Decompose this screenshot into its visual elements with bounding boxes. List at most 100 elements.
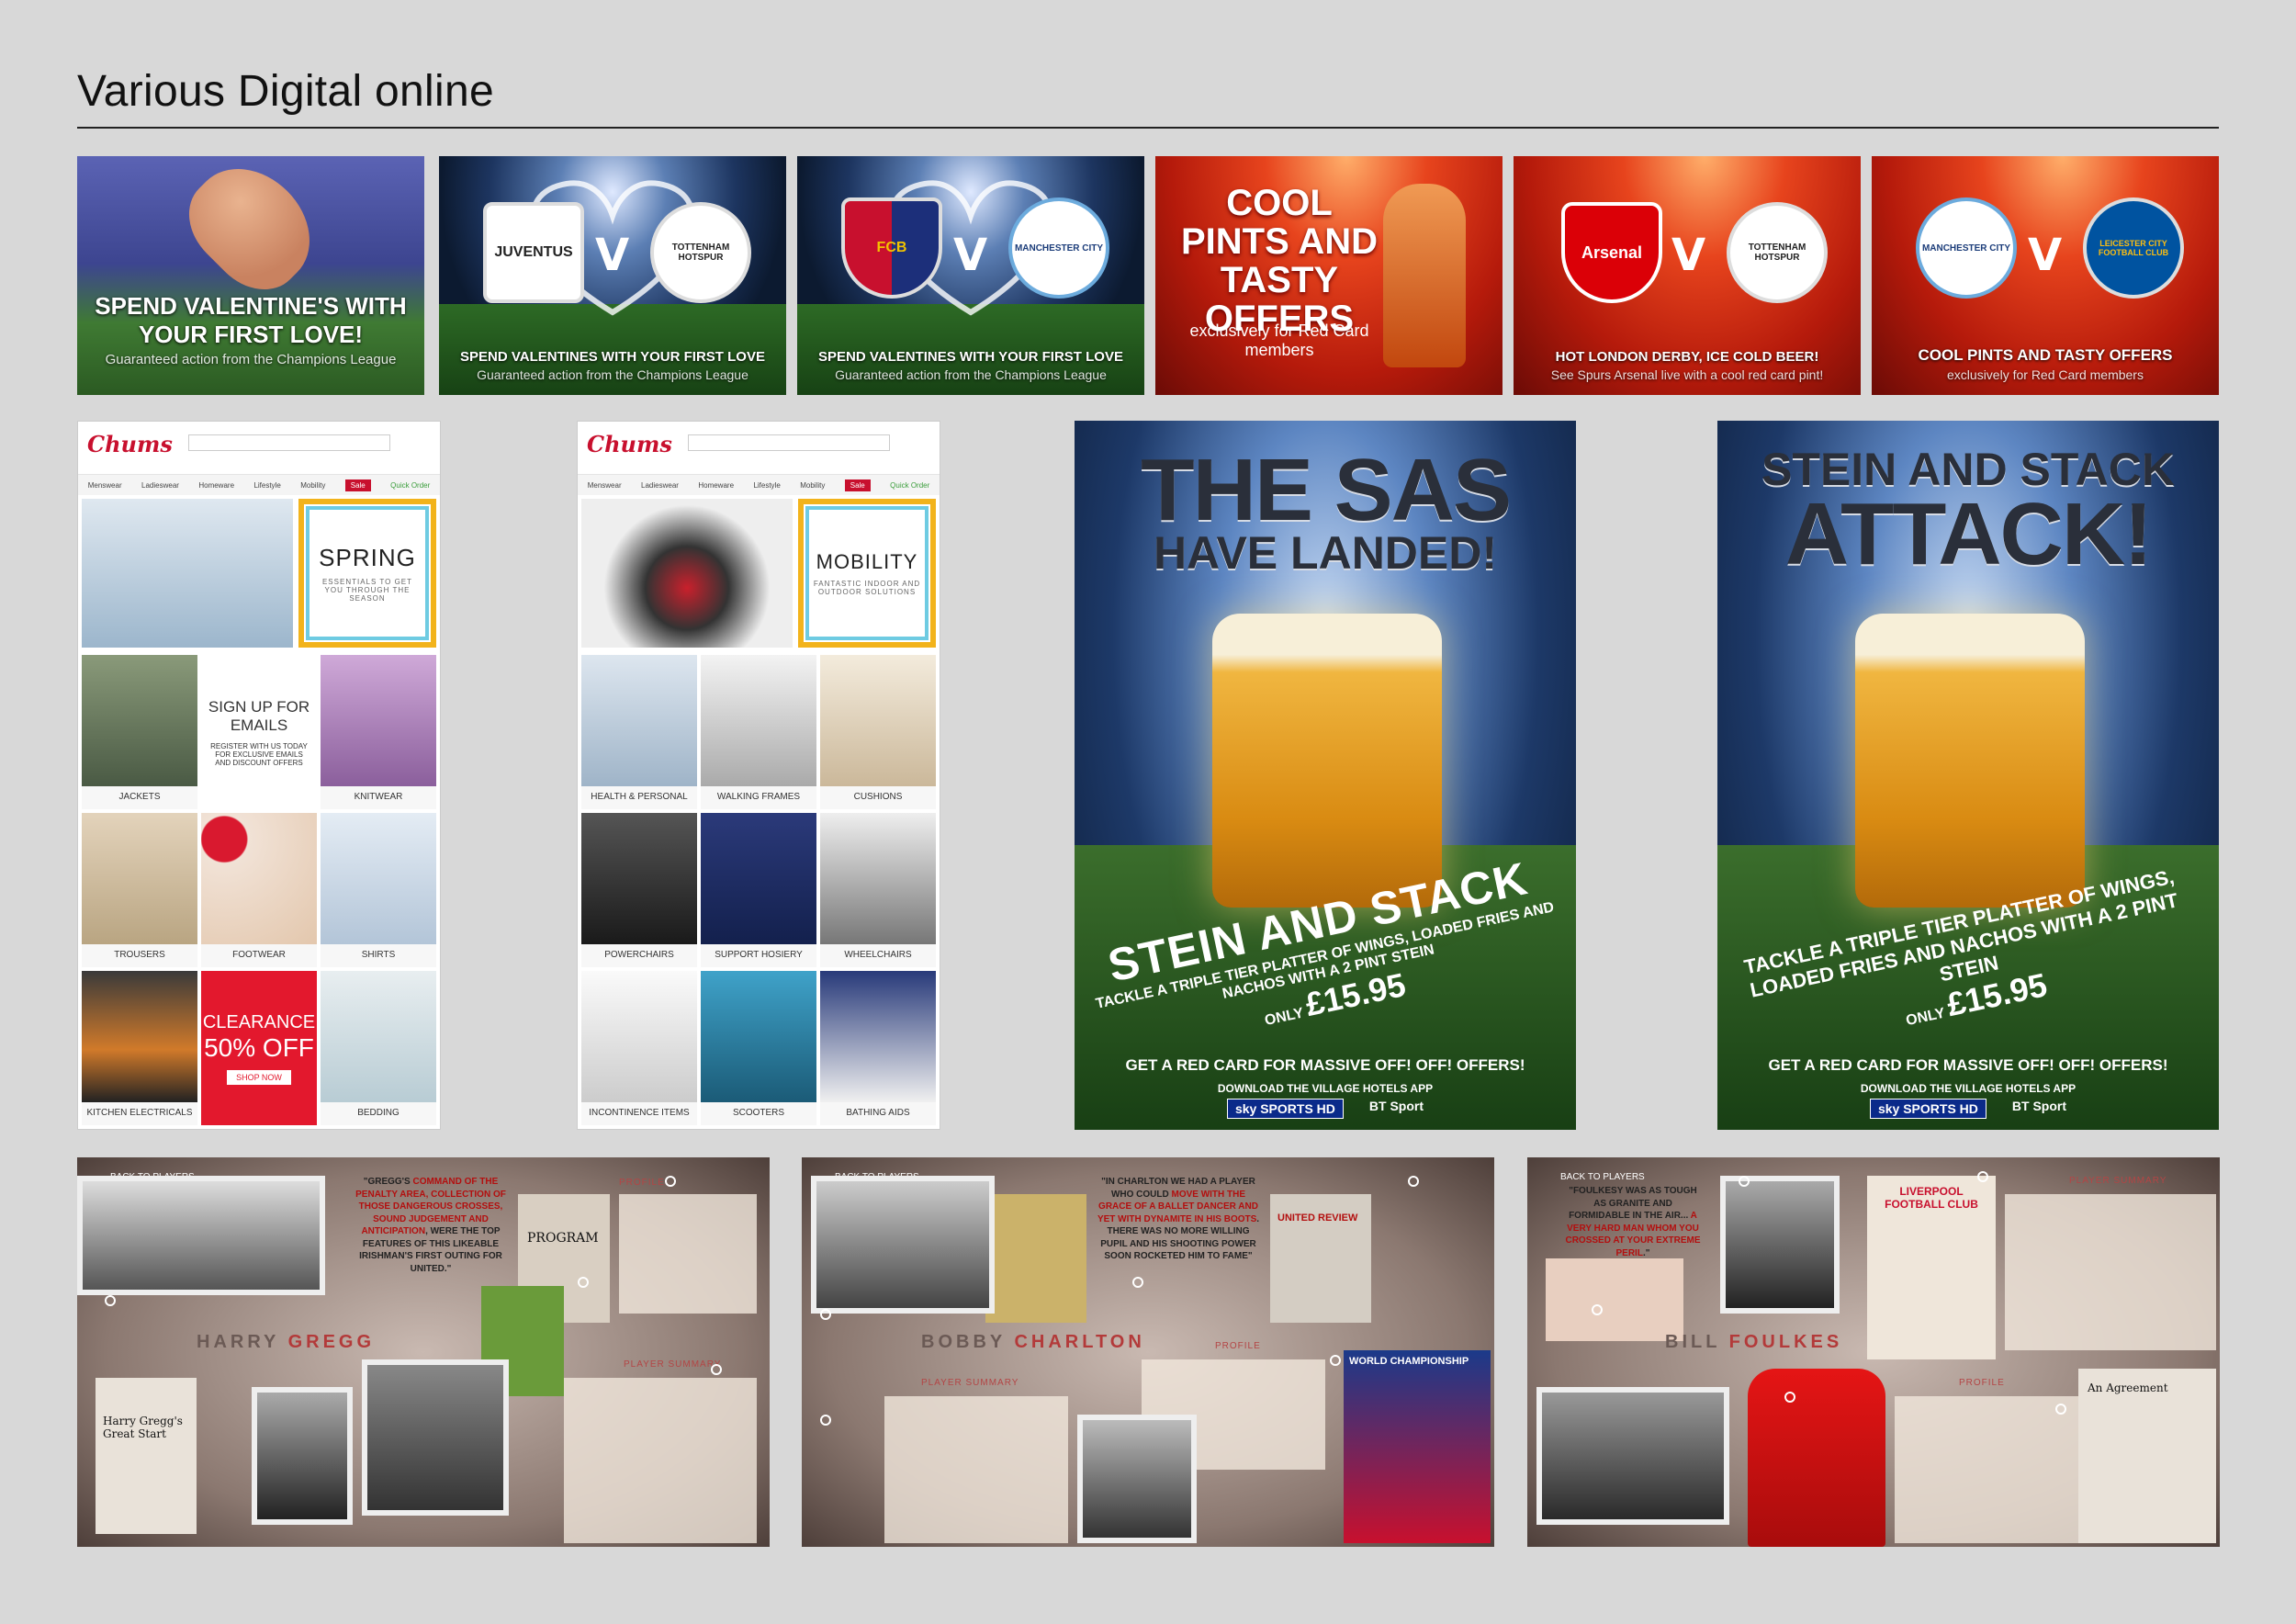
player-name: BOBBY CHARLTON [921,1332,1145,1353]
category-powerchairs[interactable]: POWERCHAIRS [581,813,697,967]
nav-lifestyle[interactable]: Lifestyle [753,481,780,490]
nav-lifestyle[interactable]: Lifestyle [253,481,280,490]
scooter-image [701,971,816,1102]
hotspot-icon[interactable] [2055,1404,2066,1415]
category-label: INCONTINENCE ITEMS [589,1108,690,1118]
category-wheelchairs[interactable]: WHEELCHAIRS [820,813,936,967]
nav-quick-order[interactable]: Quick Order [890,481,929,490]
nav-menswear[interactable]: Menswear [588,481,622,490]
family-photo [362,1359,509,1516]
hotspot-icon[interactable] [105,1295,116,1306]
chums-logo[interactable]: Chums [87,431,173,457]
hotspot-icon[interactable] [1330,1355,1341,1366]
chums-homepage-screen[interactable]: Chums Menswear Ladieswear Homeware Lifes… [77,421,441,1130]
boys-own-magazine [985,1194,1086,1323]
hero-model-image [82,499,293,648]
price-prefix: ONLY [1263,1005,1306,1030]
red-shirt-image [1748,1369,1885,1547]
category-bathing-aids[interactable]: BATHING AIDS [820,971,936,1125]
jackets-image [82,655,197,786]
nav-sale[interactable]: Sale [344,479,371,491]
summary-text-paper [2005,1194,2216,1350]
beer-stein-image [1212,614,1442,908]
leicester-crest-icon: LEICESTER CITY FOOTBALL CLUB [2083,197,2184,299]
banner-headline: COOL PINTS AND TASTY OFFERS exclusively … [1872,346,2219,382]
spring-promo-box[interactable]: SPRING ESSENTIALS TO GET YOU THROUGH THE… [298,499,436,648]
clearance-promo[interactable]: CLEARANCE 50% OFF SHOP NOW [201,971,317,1125]
category-shirts[interactable]: SHIRTS [321,813,436,967]
liverpool-program: LIVERPOOL FOOTBALL CLUB [1867,1176,1996,1359]
category-trousers[interactable]: TROUSERS [82,813,197,967]
broadcaster-logos: sky SPORTS HD BT Sport [1717,1099,2219,1119]
category-scooters[interactable]: SCOOTERS [701,971,816,1125]
hero-title: MOBILITY [816,550,918,573]
shop-now-button[interactable]: SHOP NOW [227,1069,291,1085]
category-walking-frames[interactable]: WALKING FRAMES [701,655,816,809]
category-bedding[interactable]: BEDDING [321,971,436,1125]
player-quote: "FOULKESY WAS AS TOUGH AS GRANITE AND FO… [1564,1185,1702,1259]
scrapbook-harry-gregg[interactable]: BACK TO PLAYERS "GREGG'S COMMAND OF THE … [77,1157,770,1547]
hotspot-icon[interactable] [1739,1176,1750,1187]
search-input[interactable] [188,434,390,451]
banner-valentines-love[interactable]: SPEND VALENTINE'S WITH YOUR FIRST LOVE! … [77,156,424,395]
nav-quick-order[interactable]: Quick Order [390,481,430,490]
banner-basel-v-mancity[interactable]: FCB V MANCHESTER CITY SPEND VALENTINES W… [797,156,1144,395]
hosiery-image [701,813,816,944]
hotspot-icon[interactable] [1784,1392,1795,1403]
hotspot-icon[interactable] [1132,1277,1143,1288]
nav-mobility[interactable]: Mobility [300,481,325,490]
hotspot-icon[interactable] [820,1309,831,1320]
nav-menswear[interactable]: Menswear [88,481,122,490]
category-label: WALKING FRAMES [716,792,801,802]
banner-headline: SPEND VALENTINES WITH YOUR FIRST LOVE Gu… [439,349,786,382]
nav-sale[interactable]: Sale [844,479,871,491]
site-header: Chums [578,422,940,475]
nav-homeware[interactable]: Homeware [698,481,734,490]
profile-label: PROFILE [1215,1341,1261,1351]
poster-sas-have-landed[interactable]: THE SAS HAVE LANDED! STEIN AND STACK TAC… [1075,421,1576,1130]
hotspot-icon[interactable] [1592,1304,1603,1315]
category-kitchen-electricals[interactable]: KITCHEN ELECTRICALS [82,971,197,1125]
email-signup-promo[interactable]: SIGN UP FOR EMAILS REGISTER WITH US TODAY… [201,655,317,809]
promo-title: SIGN UP FOR EMAILS [208,697,310,734]
hero-subtitle: FANTASTIC INDOOR AND OUTDOOR SOLUTIONS [813,580,921,596]
team1-name: MANCHESTER CITY [1921,242,2011,254]
category-incontinence[interactable]: INCONTINENCE ITEMS [581,971,697,1125]
banner-juventus-v-tottenham[interactable]: JUVENTUS V TOTTENHAM HOTSPUR SPEND VALEN… [439,156,786,395]
nav-homeware[interactable]: Homeware [198,481,234,490]
category-health-personal[interactable]: HEALTH & PERSONAL [581,655,697,809]
mobility-promo-box[interactable]: MOBILITY FANTASTIC INDOOR AND OUTDOOR SO… [798,499,936,648]
chums-mobility-screen[interactable]: Chums Menswear Ladieswear Homeware Lifes… [577,421,940,1130]
hotspot-icon[interactable] [1408,1176,1419,1187]
banner-headline-text: COOL PINTS AND TASTY OFFERS [1918,346,2173,364]
back-to-players-link[interactable]: BACK TO PLAYERS [1560,1172,1645,1182]
category-knitwear[interactable]: KNITWEAR [321,655,436,809]
category-footwear[interactable]: FOOTWEAR [201,813,317,967]
nav-ladieswear[interactable]: Ladieswear [141,481,179,490]
poster-stein-and-stack-attack[interactable]: STEIN AND STACK ATTACK! TACKLE A TRIPLE … [1717,421,2219,1130]
category-cushions[interactable]: CUSHIONS [820,655,936,809]
banner-cool-pints[interactable]: COOL PINTS AND TASTY OFFERS exclusively … [1155,156,1503,395]
scrapbook-bill-foulkes[interactable]: BACK TO PLAYERS "FOULKESY WAS AS TOUGH A… [1527,1157,2220,1547]
chums-logo[interactable]: Chums [587,431,672,457]
nav-ladieswear[interactable]: Ladieswear [641,481,679,490]
hero-title: SPRING [319,544,416,571]
player-first-name: BOBBY [921,1332,1006,1352]
category-support-hosiery[interactable]: SUPPORT HOSIERY [701,813,816,967]
arsenal-crest-icon: Arsenal [1561,202,1662,303]
player-portrait [1077,1415,1197,1543]
category-jackets[interactable]: JACKETS [82,655,197,809]
player-portrait [1720,1176,1840,1314]
search-input[interactable] [688,434,890,451]
hotspot-icon[interactable] [1977,1171,1988,1182]
hotspot-icon[interactable] [578,1277,589,1288]
hotspot-icon[interactable] [665,1176,676,1187]
hotspot-icon[interactable] [711,1364,722,1375]
hotspot-icon[interactable] [820,1415,831,1426]
summary-text-paper [564,1378,757,1543]
nav-mobility[interactable]: Mobility [800,481,825,490]
banner-mancity-v-leicester[interactable]: MANCHESTER CITY V LEICESTER CITY FOOTBAL… [1872,156,2219,395]
scrapbook-bobby-charlton[interactable]: BACK TO PLAYERS "IN CHARLTON WE HAD A PL… [802,1157,1494,1547]
banner-arsenal-v-tottenham[interactable]: Arsenal V TOTTENHAM HOTSPUR HOT LONDON D… [1514,156,1861,395]
banner-headline: SPEND VALENTINE'S WITH YOUR FIRST LOVE! … [77,292,424,367]
